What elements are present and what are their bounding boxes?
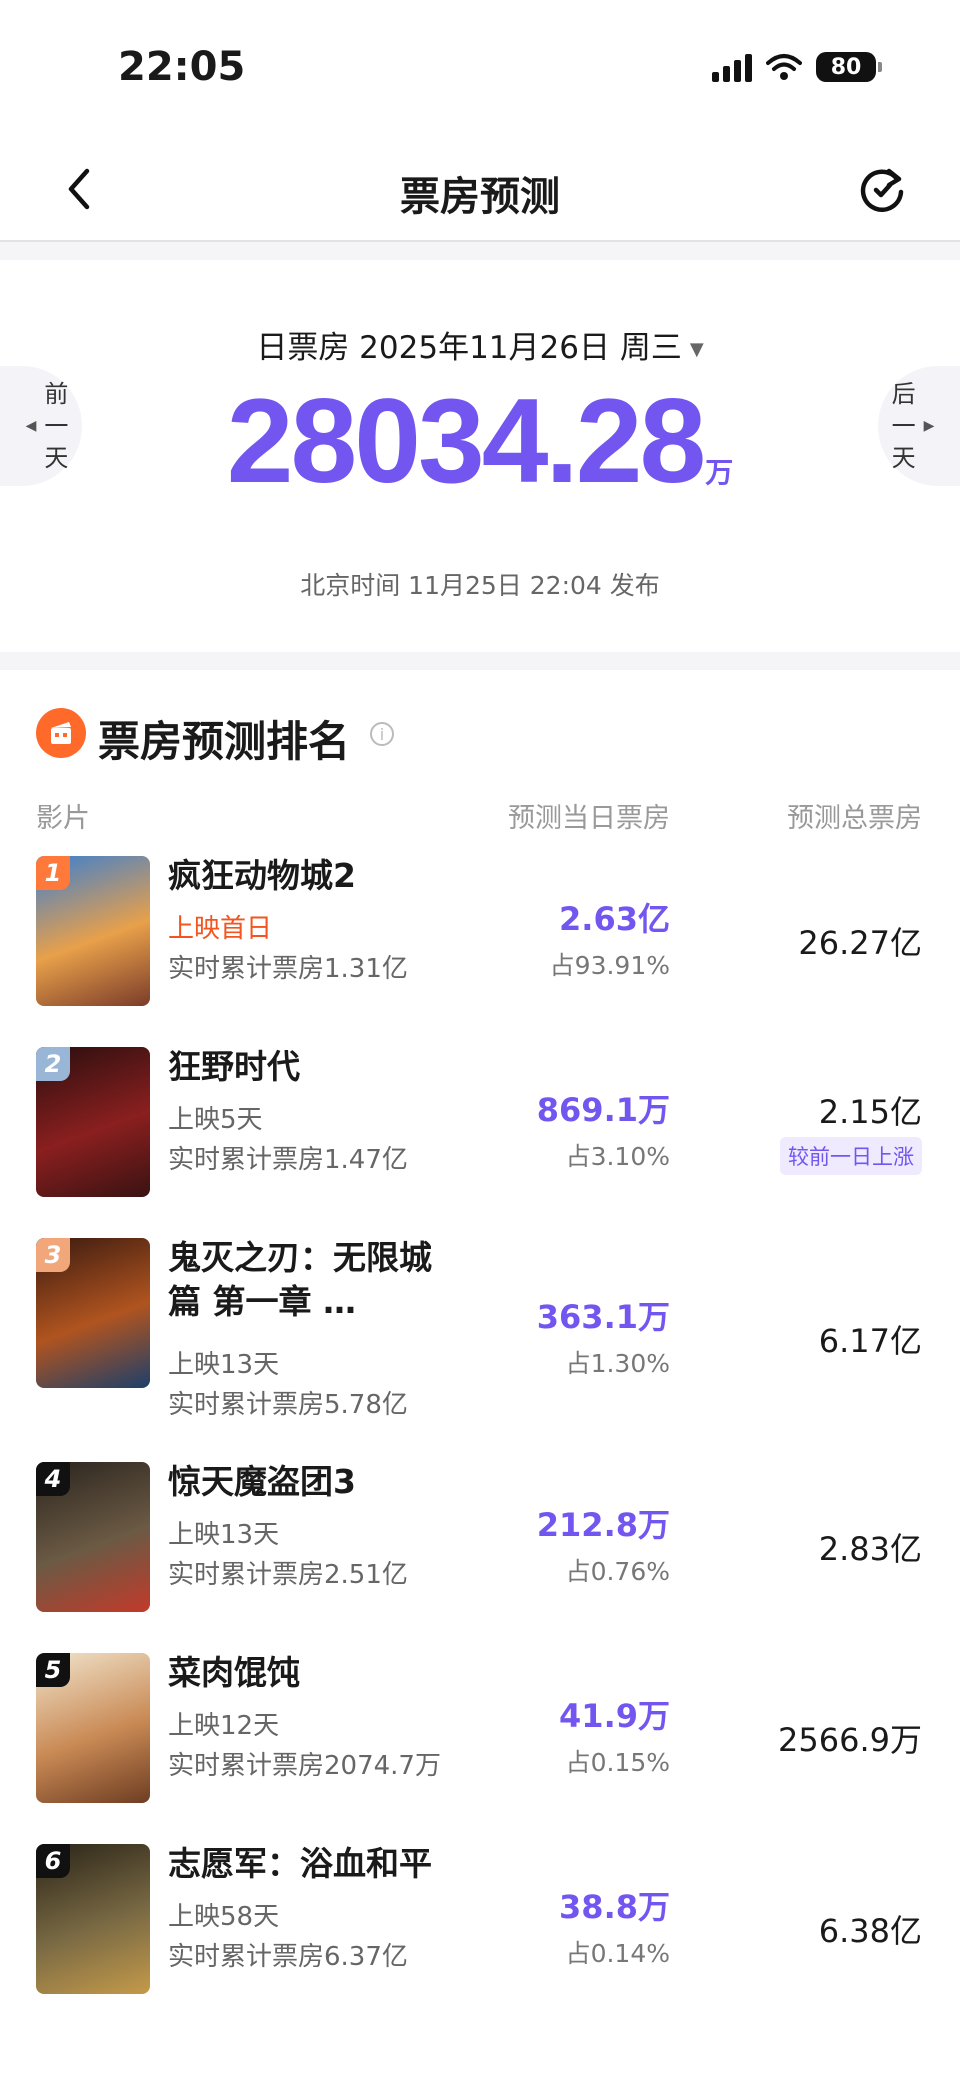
next-day-char: 一 — [891, 412, 916, 440]
total-unit: 万 — [705, 456, 734, 489]
next-day-char: 天 — [891, 444, 916, 472]
market-share: 占0.14% — [565, 1939, 670, 1968]
divider — [0, 652, 960, 670]
ranking-title: 票房预测排名 — [98, 717, 351, 766]
movie-poster[interactable]: 2 — [36, 1047, 150, 1197]
cumulative-box-office: 实时累计票房2.51亿 — [168, 1560, 408, 1590]
predicted-total-box-office: 6.38亿 — [818, 1912, 922, 1950]
market-share: 占93.91% — [549, 951, 670, 980]
predicted-daily-box-office: 38.8万 — [559, 1888, 670, 1926]
release-status: 上映13天 — [168, 1520, 280, 1550]
movie-poster[interactable]: 6 — [36, 1844, 150, 1994]
market-share: 占3.10% — [565, 1142, 670, 1171]
movie-title[interactable]: 鬼灭之刃：无限城篇 第一章 … — [168, 1236, 438, 1324]
wifi-icon — [766, 54, 802, 80]
predicted-total-box-office: 2.83亿 — [818, 1530, 922, 1568]
predicted-total-box-office: 2.15亿 — [818, 1093, 922, 1131]
movie-row[interactable]: 6 志愿军：浴血和平 上映58天 实时累计票房6.37亿 38.8万 占0.14… — [0, 1832, 960, 2023]
release-status: 上映首日 — [168, 914, 273, 944]
cumulative-box-office: 实时累计票房1.47亿 — [168, 1145, 408, 1175]
trend-tag: 较前一日上涨 — [780, 1137, 922, 1175]
rank-badge: 5 — [36, 1653, 70, 1687]
daily-summary: 日票房 2025年11月26日 周三 ▼ ◀ 前 一 天 28034.28万 后 … — [0, 260, 960, 652]
movie-row[interactable]: 2 狂野时代 上映5天 实时累计票房1.47亿 869.1万 占3.10% 2.… — [0, 1035, 960, 1226]
rank-badge: 3 — [36, 1238, 70, 1272]
col-predicted-total: 预测总票房 — [787, 803, 922, 834]
date-label: 日票房 2025年11月26日 周三 — [256, 330, 682, 366]
predicted-total-box-office: 6.17亿 — [818, 1322, 922, 1360]
film-ticket-icon — [36, 708, 86, 758]
ranking-header: 票房预测排名 i — [0, 670, 960, 786]
movie-title[interactable]: 狂野时代 — [168, 1045, 438, 1089]
status-time: 22:05 — [118, 44, 246, 90]
predicted-daily-box-office: 212.8万 — [536, 1506, 670, 1544]
predicted-daily-box-office: 41.9万 — [559, 1697, 670, 1735]
divider — [0, 242, 960, 260]
table-header: 影片 预测当日票房 预测总票房 — [0, 786, 960, 844]
next-day-char: 后 — [891, 380, 916, 408]
page-title: 票房预测 — [400, 174, 560, 220]
movie-row[interactable]: 4 惊天魔盗团3 上映13天 实时累计票房2.51亿 212.8万 占0.76%… — [0, 1450, 960, 1641]
refresh-button[interactable] — [852, 160, 912, 220]
movie-title[interactable]: 志愿军：浴血和平 — [168, 1842, 438, 1886]
movie-title[interactable]: 惊天魔盗团3 — [168, 1460, 438, 1504]
predicted-daily-box-office: 869.1万 — [536, 1091, 670, 1129]
movie-row[interactable]: 1 疯狂动物城2 上映首日 实时累计票房1.31亿 2.63亿 占93.91% … — [0, 844, 960, 1035]
predicted-total-box-office: 26.27亿 — [798, 924, 922, 962]
movie-poster[interactable]: 1 — [36, 856, 150, 1006]
release-status: 上映13天 — [168, 1350, 280, 1380]
release-status: 上映12天 — [168, 1711, 280, 1741]
rank-badge: 2 — [36, 1047, 70, 1081]
cumulative-box-office: 实时累计票房2074.7万 — [168, 1751, 441, 1781]
cumulative-box-office: 实时累计票房1.31亿 — [168, 954, 408, 984]
total-box-office: 28034.28万 — [0, 372, 960, 510]
battery-icon: 80 — [816, 52, 882, 82]
movie-poster[interactable]: 5 — [36, 1653, 150, 1803]
rank-badge: 1 — [36, 856, 70, 890]
market-share: 占1.30% — [565, 1349, 670, 1378]
predicted-daily-box-office: 363.1万 — [536, 1298, 670, 1336]
status-icons: 80 — [712, 52, 882, 82]
rank-badge: 4 — [36, 1462, 70, 1496]
rank-badge: 6 — [36, 1844, 70, 1878]
movie-row[interactable]: 3 鬼灭之刃：无限城篇 第一章 … 上映13天 实时累计票房5.78亿 363.… — [0, 1226, 960, 1450]
movie-list: 1 疯狂动物城2 上映首日 实时累计票房1.31亿 2.63亿 占93.91% … — [0, 844, 960, 2023]
movie-poster[interactable]: 4 — [36, 1462, 150, 1612]
status-bar: 22:05 80 — [0, 0, 960, 140]
market-share: 占0.76% — [565, 1557, 670, 1586]
nav-bar: 票房预测 — [0, 140, 960, 242]
market-share: 占0.15% — [565, 1748, 670, 1777]
predicted-daily-box-office: 2.63亿 — [559, 900, 670, 938]
predicted-total-box-office: 2566.9万 — [778, 1721, 922, 1759]
movie-row[interactable]: 5 菜肉馄饨 上映12天 实时累计票房2074.7万 41.9万 占0.15% … — [0, 1641, 960, 1832]
cumulative-box-office: 实时累计票房6.37亿 — [168, 1942, 408, 1972]
date-selector[interactable]: 日票房 2025年11月26日 周三 ▼ — [0, 322, 960, 367]
total-value: 28034.28 — [226, 374, 707, 508]
refresh-icon — [860, 168, 904, 212]
signal-icon — [712, 52, 752, 82]
caret-down-icon: ▼ — [689, 339, 704, 360]
col-film: 影片 — [36, 803, 90, 834]
movie-title[interactable]: 疯狂动物城2 — [168, 854, 438, 898]
col-predicted-daily: 预测当日票房 — [508, 803, 670, 834]
release-status: 上映5天 — [168, 1105, 263, 1135]
movie-poster[interactable]: 3 — [36, 1238, 150, 1388]
triangle-right-icon: ▶ — [923, 418, 935, 434]
info-icon[interactable]: i — [370, 722, 394, 746]
publish-time: 北京时间 11月25日 22:04 发布 — [300, 571, 660, 600]
release-status: 上映58天 — [168, 1902, 280, 1932]
cumulative-box-office: 实时累计票房5.78亿 — [168, 1390, 408, 1420]
movie-title[interactable]: 菜肉馄饨 — [168, 1651, 438, 1695]
